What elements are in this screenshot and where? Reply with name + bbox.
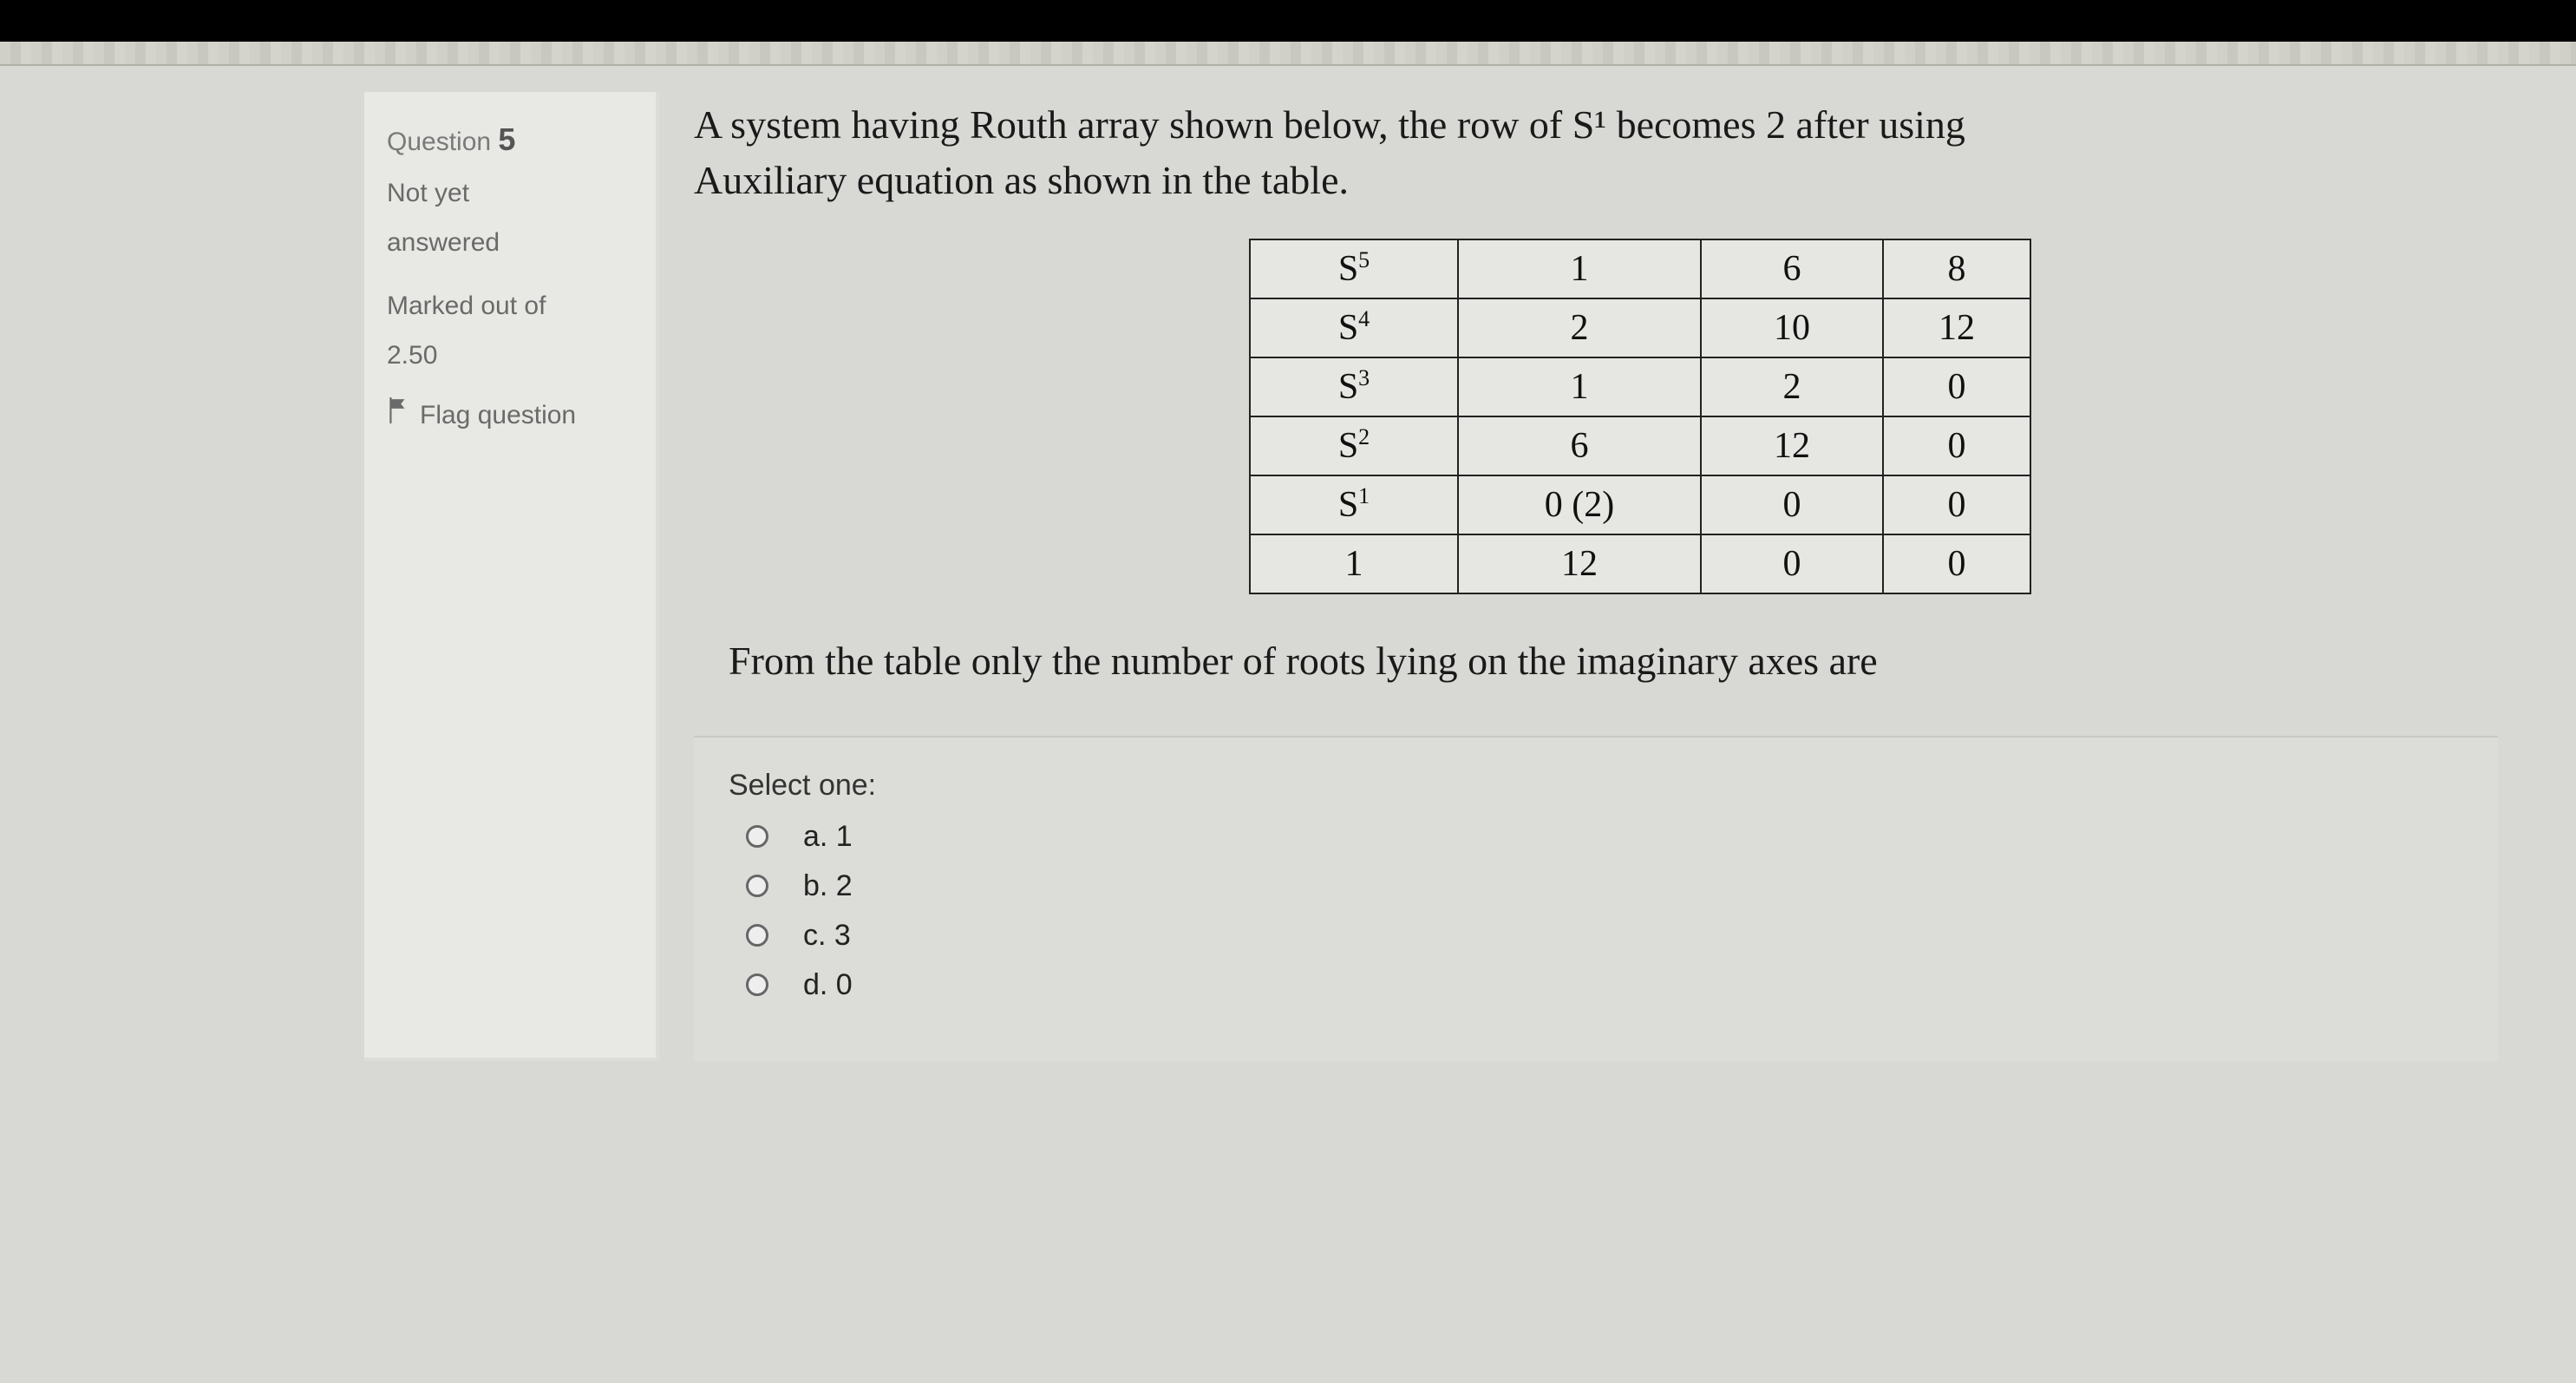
table-row: S421012 <box>1250 298 2030 357</box>
option-label: b. 2 <box>803 869 853 903</box>
power-cell: S4 <box>1250 298 1458 357</box>
question-number: 5 <box>498 121 515 157</box>
value-cell: 0 <box>1883 475 2030 534</box>
page-body: Question 5 Not yet answered Marked out o… <box>0 66 2576 1061</box>
power-cell: S5 <box>1250 239 1458 298</box>
table-row: S26120 <box>1250 416 2030 475</box>
value-cell: 2 <box>1458 298 1701 357</box>
value-cell: 10 <box>1701 298 1883 357</box>
stem-line-2: Auxiliary equation as shown in the table… <box>694 153 2481 208</box>
value-cell: 0 <box>1883 416 2030 475</box>
option-label: d. 0 <box>803 968 853 1002</box>
value-cell: 1 <box>1458 239 1701 298</box>
options-list: a. 1 b. 2 c. 3 d. 0 <box>729 820 2463 1002</box>
value-cell: 1 <box>1458 357 1701 416</box>
power-cell: S3 <box>1250 357 1458 416</box>
stem-line-1: A system having Routh array shown below,… <box>694 97 2481 153</box>
option-a[interactable]: a. 1 <box>746 820 2463 854</box>
power-cell: 1 <box>1250 534 1458 593</box>
value-cell: 6 <box>1701 239 1883 298</box>
question-label: Question <box>387 128 491 156</box>
value-cell: 2 <box>1701 357 1883 416</box>
value-cell: 0 <box>1883 357 2030 416</box>
marked-out-of-label: Marked out of <box>387 284 637 328</box>
option-label: c. 3 <box>803 919 851 953</box>
option-c[interactable]: c. 3 <box>746 919 2463 953</box>
option-radio-b[interactable] <box>746 875 768 897</box>
question-number-row: Question 5 <box>387 113 637 166</box>
option-label: a. 1 <box>803 820 853 854</box>
question-info-panel: Question 5 Not yet answered Marked out o… <box>364 92 659 1061</box>
window-top-bar <box>0 0 2576 42</box>
table-row: S3120 <box>1250 357 2030 416</box>
value-cell: 12 <box>1701 416 1883 475</box>
question-stem: A system having Routh array shown below,… <box>694 97 2481 209</box>
question-tail: From the table only the number of roots … <box>729 638 2576 684</box>
flag-icon <box>387 393 409 437</box>
power-cell: S1 <box>1250 475 1458 534</box>
value-cell: 0 (2) <box>1458 475 1701 534</box>
marked-out-of-value: 2.50 <box>387 333 637 377</box>
table-row: 11200 <box>1250 534 2030 593</box>
routh-array-table: S5168S421012S3120S26120S10 (2)0011200 <box>1249 239 2031 594</box>
option-radio-a[interactable] <box>746 825 768 848</box>
decoration-strip <box>0 42 2576 66</box>
option-d[interactable]: d. 0 <box>746 968 2463 1002</box>
answer-block: Select one: a. 1 b. 2 c. 3 d. 0 <box>694 736 2498 1061</box>
value-cell: 12 <box>1883 298 2030 357</box>
value-cell: 0 <box>1883 534 2030 593</box>
option-radio-d[interactable] <box>746 973 768 996</box>
table-row: S10 (2)00 <box>1250 475 2030 534</box>
option-b[interactable]: b. 2 <box>746 869 2463 903</box>
value-cell: 8 <box>1883 239 2030 298</box>
status-line-2: answered <box>387 220 637 265</box>
option-radio-c[interactable] <box>746 924 768 947</box>
value-cell: 0 <box>1701 475 1883 534</box>
flag-question-label: Flag question <box>420 393 576 437</box>
flag-question-button[interactable]: Flag question <box>387 393 637 437</box>
select-one-label: Select one: <box>729 769 2463 803</box>
status-line-1: Not yet <box>387 171 637 215</box>
table-row: S5168 <box>1250 239 2030 298</box>
value-cell: 6 <box>1458 416 1701 475</box>
value-cell: 12 <box>1458 534 1701 593</box>
value-cell: 0 <box>1701 534 1883 593</box>
question-content: A system having Routh array shown below,… <box>694 92 2576 1061</box>
power-cell: S2 <box>1250 416 1458 475</box>
